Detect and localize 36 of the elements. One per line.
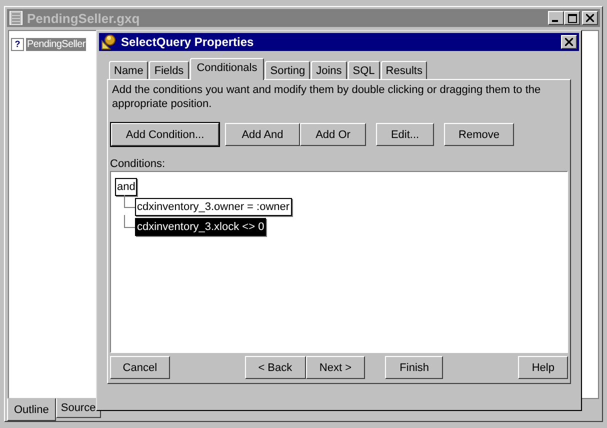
tab[interactable]: Results: [380, 61, 428, 79]
close-button[interactable]: [582, 11, 598, 25]
tree-item[interactable]: PendingSeller: [26, 38, 86, 51]
action-button[interactable]: Add And: [225, 123, 300, 146]
tab[interactable]: Joins: [311, 61, 347, 79]
minimize-button[interactable]: [548, 11, 564, 25]
tab[interactable]: Name: [109, 61, 148, 79]
tree-node[interactable]: cdxinventory_3.xlock <> 0: [135, 218, 266, 236]
close-icon: [565, 38, 573, 46]
tab[interactable]: Sorting: [265, 61, 310, 79]
conditions-label: Conditions:: [110, 158, 166, 170]
tree-node[interactable]: and: [115, 178, 138, 196]
maximize-button[interactable]: [564, 11, 580, 25]
instructions-text: Add the conditions you want and modify them by double clicking or dragging them to the appropriate position.: [112, 83, 542, 111]
view-tab[interactable]: Source: [56, 398, 101, 418]
close-button[interactable]: [561, 35, 577, 49]
help-icon: ?: [11, 38, 24, 51]
tree-node[interactable]: cdxinventory_3.owner = :owner: [135, 198, 292, 216]
wizard-button[interactable]: < Back: [244, 356, 306, 379]
tab[interactable]: Conditionals: [190, 58, 264, 80]
tab[interactable]: SQL: [348, 61, 380, 79]
maximize-icon: [568, 14, 576, 22]
action-button[interactable]: Add Or: [300, 123, 366, 146]
action-button[interactable]: Remove: [444, 123, 514, 146]
globe-icon: [101, 34, 117, 50]
wizard-button[interactable]: Finish: [385, 356, 444, 379]
wizard-button[interactable]: Cancel: [110, 356, 170, 379]
tab[interactable]: Fields: [149, 61, 189, 79]
window-title: PendingSeller.gxq: [27, 10, 140, 26]
action-button[interactable]: Edit...: [376, 123, 434, 146]
view-tab[interactable]: Outline: [7, 398, 56, 421]
wizard-button[interactable]: Next >: [306, 356, 366, 379]
action-button[interactable]: Add Condition...: [111, 123, 219, 146]
close-icon: [586, 14, 594, 22]
dialog-title: SelectQuery Properties: [121, 35, 254, 49]
wizard-button[interactable]: Help: [518, 356, 568, 379]
